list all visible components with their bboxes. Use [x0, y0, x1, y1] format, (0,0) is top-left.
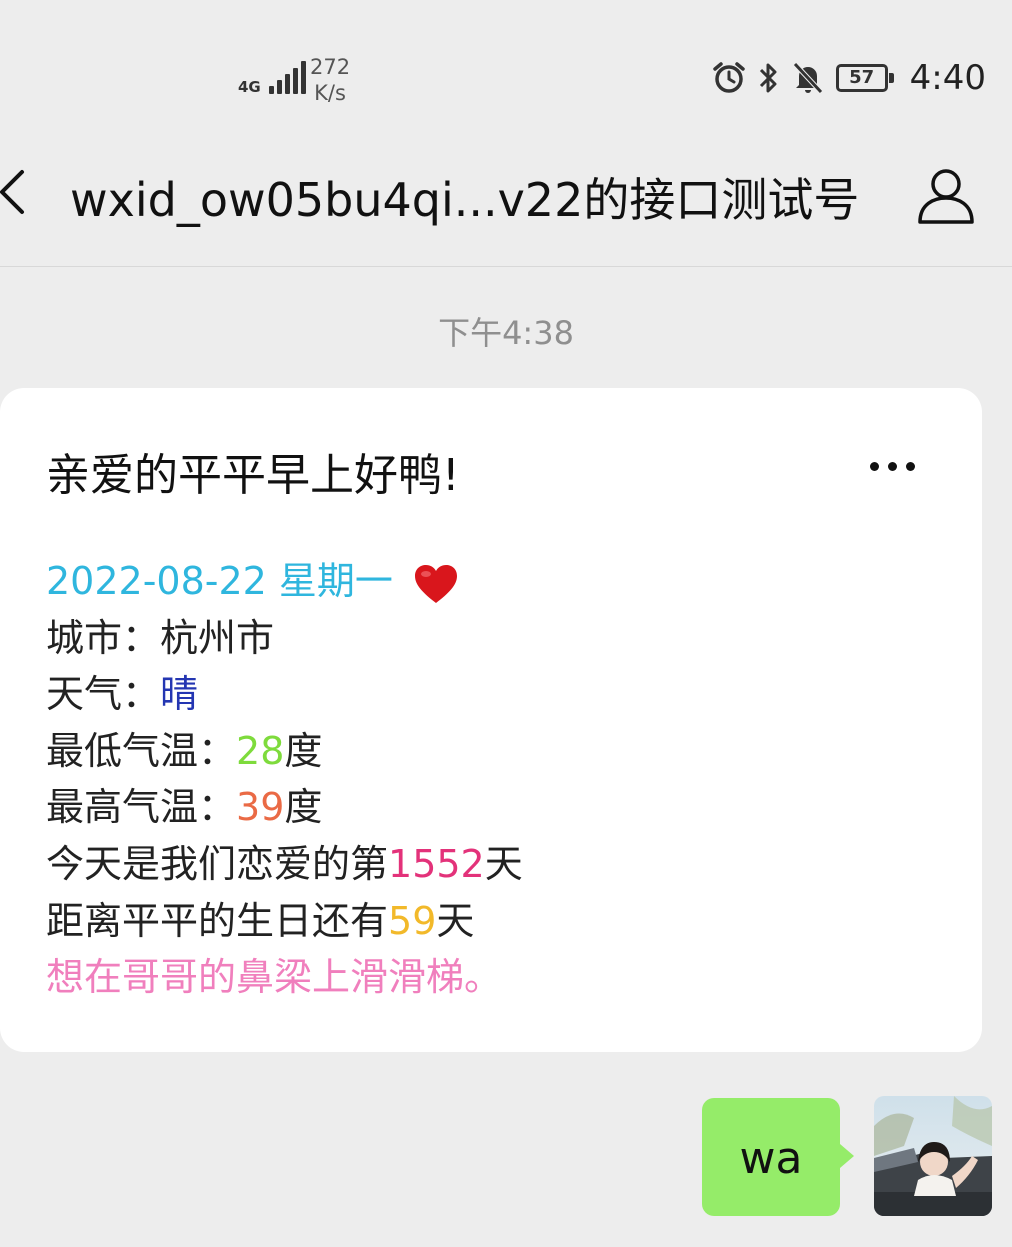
- city-value: 杭州市: [160, 615, 275, 660]
- sent-message-bubble[interactable]: wa: [702, 1098, 854, 1216]
- love-days-prefix: 今天是我们恋爱的第: [46, 841, 389, 886]
- temp-unit: 度: [284, 785, 323, 830]
- heart-icon: [415, 564, 458, 603]
- more-dot-icon: [888, 462, 897, 471]
- sent-message-text: wa: [739, 1133, 803, 1184]
- date-line: 2022-08-22 星期一: [46, 553, 523, 610]
- love-days-value: 1552: [388, 841, 485, 886]
- speed-value: 272: [310, 55, 351, 79]
- more-dot-icon: [906, 462, 915, 471]
- message-date: 2022-08-22 星期一: [46, 559, 393, 603]
- chat-title: wxid_ow05bu4qi...v22的接口测试号: [70, 173, 860, 227]
- network-type: 4G: [238, 78, 261, 96]
- city-line: 城市：杭州市: [46, 610, 523, 667]
- cellular-signal: 4G: [238, 60, 306, 96]
- chat-header: wxid_ow05bu4qi...v22的接口测试号: [0, 140, 1012, 267]
- message-timestamp: 下午4:38: [438, 314, 574, 352]
- low-temp-label: 最低气温：: [46, 728, 237, 773]
- mute-bell-icon: [792, 62, 823, 94]
- signal-bars-icon: [268, 60, 306, 94]
- more-options-button[interactable]: [870, 462, 915, 471]
- alarm-icon: [712, 62, 745, 93]
- back-button[interactable]: [0, 162, 30, 226]
- weather-label: 天气：: [46, 672, 161, 717]
- more-dot-icon: [870, 462, 879, 471]
- high-temp-value: 39: [236, 785, 285, 830]
- weather-line: 天气：晴: [46, 666, 523, 723]
- birthday-line: 距离平平的生日还有59天: [46, 893, 523, 950]
- day-unit: 天: [484, 841, 523, 886]
- person-icon: [918, 169, 974, 224]
- user-avatar[interactable]: [874, 1096, 992, 1216]
- low-temp-value: 28: [236, 728, 285, 773]
- contact-info-button[interactable]: [916, 164, 976, 230]
- status-bar: 4G 272 K/s 57 4:40: [0, 0, 1012, 130]
- love-days-line: 今天是我们恋爱的第1552天: [46, 836, 523, 893]
- temp-unit: 度: [284, 728, 323, 773]
- birthday-prefix: 距离平平的生日还有: [46, 898, 389, 943]
- high-temp-line: 最高气温：39度: [46, 779, 523, 836]
- birthday-days-value: 59: [388, 898, 437, 943]
- weather-value: 晴: [160, 672, 199, 717]
- speed-unit: K/s: [314, 81, 346, 105]
- message-body: 2022-08-22 星期一 城市：杭州市 天气：晴 最低气温：28度 最高气温…: [46, 553, 523, 1006]
- status-time: 4:40: [909, 58, 986, 98]
- high-temp-label: 最高气温：: [46, 785, 237, 830]
- system-icons: 57 4:40: [712, 58, 986, 98]
- daily-quote: 想在哥哥的鼻梁上滑滑梯。: [46, 955, 503, 1000]
- low-temp-line: 最低气温：28度: [46, 723, 523, 780]
- day-unit: 天: [436, 898, 475, 943]
- city-label: 城市：: [46, 615, 161, 660]
- battery-icon: 57: [835, 64, 894, 92]
- message-title: 亲爱的平平早上好鸭!: [46, 450, 460, 501]
- avatar-photo: [874, 1096, 992, 1216]
- bluetooth-icon: [759, 63, 777, 93]
- network-speed: 272 K/s: [310, 54, 350, 106]
- chevron-left-icon: [0, 170, 24, 214]
